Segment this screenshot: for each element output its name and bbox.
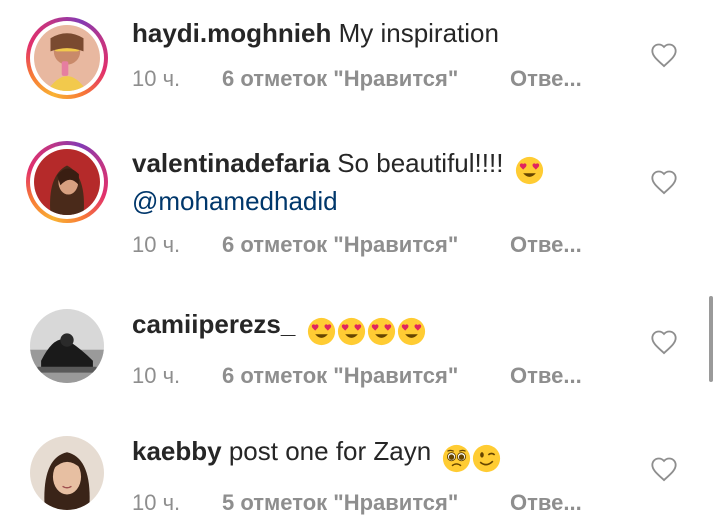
comment-likes-link[interactable]: 6 отметок "Нравится" [222, 231, 510, 259]
heart-outline-icon[interactable] [650, 329, 678, 355]
avatar-image [30, 309, 104, 383]
avatar[interactable] [30, 309, 104, 383]
comment-username[interactable]: kaebby [132, 436, 222, 466]
comment-text: post one for Zayn [228, 436, 432, 466]
comment-likes-link[interactable]: 5 отметок "Нравится" [222, 489, 510, 517]
reply-button[interactable]: Отве... [510, 362, 582, 390]
reply-button[interactable]: Отве... [510, 231, 582, 259]
heart-eyes-emoji [307, 317, 336, 346]
heart-eyes-emoji [515, 156, 544, 185]
heart-eyes-emoji [367, 317, 396, 346]
comment-time: 10 ч. [132, 489, 181, 515]
avatar[interactable] [26, 17, 108, 99]
avatar[interactable] [30, 436, 104, 510]
reply-button[interactable]: Отве... [510, 65, 582, 93]
heart-outline-icon[interactable] [650, 42, 678, 68]
pleading-face-emoji [442, 444, 471, 473]
reply-button[interactable]: Отве... [510, 489, 582, 517]
avatar-image [34, 25, 100, 91]
scrollbar[interactable] [709, 296, 713, 382]
comment-time: 10 ч. [132, 231, 181, 257]
comment-time: 10 ч. [132, 66, 181, 91]
comment-text: So beautiful!!!! [337, 148, 504, 178]
avatar-image [30, 436, 104, 510]
heart-eyes-emoji [397, 317, 426, 346]
comment-username[interactable]: camiiperezs_ [132, 309, 295, 339]
mention-link[interactable]: @mohamedhadid [132, 186, 338, 216]
heart-eyes-emoji [337, 317, 366, 346]
heart-outline-icon[interactable] [650, 456, 678, 482]
winking-face-emoji [472, 444, 501, 473]
comment-likes-link[interactable]: 6 отметок "Нравится" [222, 362, 510, 390]
avatar-image [34, 149, 100, 215]
comment-text: My inspiration [338, 18, 499, 48]
comment-likes-link[interactable]: 6 отметок "Нравится" [222, 65, 510, 93]
avatar[interactable] [26, 141, 108, 223]
comment-time: 10 ч. [132, 362, 181, 388]
comment-username[interactable]: valentinadefaria [132, 148, 330, 178]
heart-outline-icon[interactable] [650, 169, 678, 195]
comment-username[interactable]: haydi.moghnieh [132, 18, 331, 48]
